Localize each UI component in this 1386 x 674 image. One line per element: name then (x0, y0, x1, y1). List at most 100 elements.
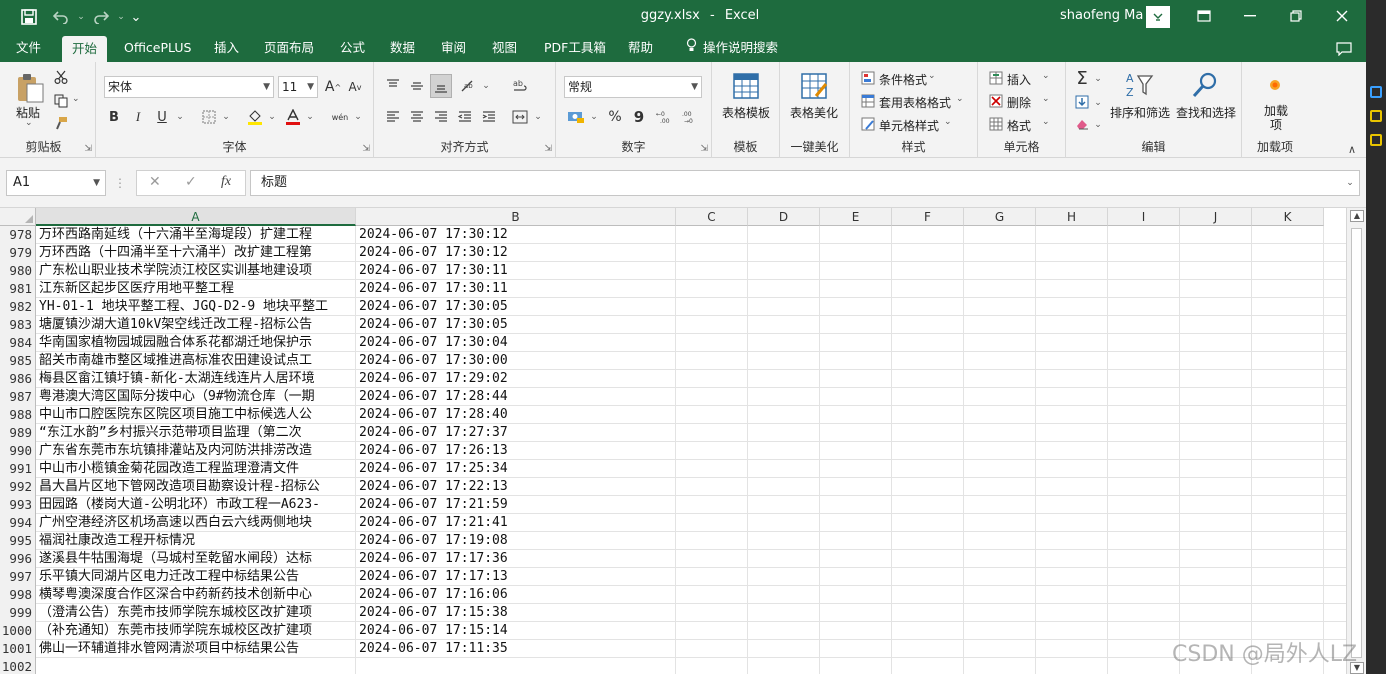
accounting-format-icon[interactable] (564, 106, 588, 128)
find-select-button[interactable]: 查找和选择 (1176, 104, 1236, 121)
column-header-d[interactable]: D (748, 208, 820, 226)
cell-datetime[interactable] (356, 658, 676, 674)
underline-dropdown-icon[interactable]: ⌄ (174, 106, 186, 128)
pane-icon[interactable] (1370, 134, 1382, 146)
tab-review[interactable]: 审阅 (431, 34, 476, 62)
cell-datetime[interactable]: 2024-06-07 17:30:12 (356, 244, 676, 262)
cell-datetime[interactable]: 2024-06-07 17:17:36 (356, 550, 676, 568)
increase-font-icon[interactable]: A ^ (324, 76, 342, 98)
clear-dropdown-icon[interactable]: ⌄ (1092, 116, 1104, 134)
autosum-icon[interactable]: Σ (1072, 68, 1092, 89)
pane-icon[interactable] (1370, 110, 1382, 122)
conditional-format-dropdown-icon[interactable]: ⌄ (928, 71, 936, 81)
cell-datetime[interactable]: 2024-06-07 17:16:06 (356, 586, 676, 604)
column-header-i[interactable]: I (1108, 208, 1180, 226)
cell-title[interactable]: 中山市小榄镇金菊花园改造工程监理澄清文件 (36, 460, 356, 478)
row-header[interactable]: 998 (0, 586, 36, 604)
cell-datetime[interactable]: 2024-06-07 17:15:38 (356, 604, 676, 622)
addins-button[interactable]: 加载项 (1264, 104, 1288, 132)
cell-title[interactable]: 粤港澳大湾区国际分拨中心（9#物流仓库（一期 (36, 388, 356, 406)
table-beautify-button[interactable]: 表格美化 (790, 104, 838, 121)
cell-datetime[interactable]: 2024-06-07 17:17:13 (356, 568, 676, 586)
number-launcher-icon[interactable]: ⇲ (700, 144, 708, 154)
row-header[interactable]: 989 (0, 424, 36, 442)
enter-icon[interactable]: ✓ (185, 174, 197, 190)
cell-title[interactable]: 江东新区起步区医疗用地平整工程 (36, 280, 356, 298)
expand-formula-bar-icon[interactable]: ⌄ (1344, 176, 1356, 190)
tab-officeplus[interactable]: OfficePLUS (114, 34, 201, 62)
cell-title[interactable]: 广东松山职业技术学院浈江校区实训基地建设项 (36, 262, 356, 280)
italic-button[interactable]: I (128, 106, 148, 128)
phonetic-icon[interactable]: wén (328, 106, 352, 128)
row-header[interactable]: 996 (0, 550, 36, 568)
decrease-indent-icon[interactable] (454, 106, 476, 128)
tab-page-layout[interactable]: 页面布局 (254, 34, 324, 62)
cell-title[interactable]: 梅县区畲江镇圩镇-新化-太湖连线连片人居环境 (36, 370, 356, 388)
select-all-corner[interactable] (0, 208, 36, 226)
undo-icon[interactable] (48, 6, 74, 28)
cell-styles-button[interactable]: 单元格样式 (879, 117, 939, 134)
cell-title[interactable]: （补充通知）东莞市技师学院东城校区改扩建项 (36, 622, 356, 640)
cell-datetime[interactable]: 2024-06-07 17:25:34 (356, 460, 676, 478)
formula-bar-handle-icon[interactable]: ⋮ (114, 174, 126, 192)
sort-filter-button[interactable]: 排序和筛选 (1110, 104, 1170, 121)
percent-style-button[interactable]: % (604, 106, 626, 128)
cell-datetime[interactable]: 2024-06-07 17:30:00 (356, 352, 676, 370)
table-beautify-icon[interactable] (798, 70, 830, 102)
worksheet-grid[interactable]: ABCDEFGHIJK 978 万环西路南延线（十六涌半至海堤段）扩建工程 2024… (0, 208, 1346, 674)
font-size-combo[interactable]: 11 ▼ (278, 76, 318, 98)
orientation-icon[interactable]: ab (456, 74, 480, 98)
cell-title[interactable] (36, 658, 356, 674)
cell-datetime[interactable]: 2024-06-07 17:29:02 (356, 370, 676, 388)
scroll-up-icon[interactable]: ▲ (1350, 210, 1364, 222)
scroll-thumb[interactable] (1351, 228, 1362, 658)
cell-datetime[interactable]: 2024-06-07 17:26:13 (356, 442, 676, 460)
row-header[interactable]: 1000 (0, 622, 36, 640)
tab-home[interactable]: 开始 (62, 36, 108, 62)
insert-function-icon[interactable]: fx (221, 174, 231, 190)
pane-icon[interactable] (1370, 86, 1382, 98)
cut-icon[interactable] (52, 68, 70, 86)
column-header-g[interactable]: G (964, 208, 1036, 226)
tab-file[interactable]: 文件 (6, 34, 51, 62)
increase-decimal-icon[interactable]: ←0.00 (654, 106, 678, 128)
restore-icon[interactable] (1276, 4, 1316, 28)
format-painter-icon[interactable] (52, 114, 70, 132)
align-middle-icon[interactable] (406, 74, 428, 98)
tab-pdf-toolbox[interactable]: PDF工具箱 (534, 34, 616, 62)
fill-color-icon[interactable] (244, 106, 266, 128)
comma-style-button[interactable]: 9 (628, 106, 650, 128)
collapse-ribbon-icon[interactable]: ∧ (1344, 142, 1360, 156)
row-header[interactable]: 995 (0, 532, 36, 550)
sort-filter-icon[interactable]: AZ (1122, 68, 1156, 102)
cell-datetime[interactable]: 2024-06-07 17:30:05 (356, 298, 676, 316)
underline-button[interactable]: U (152, 106, 172, 128)
wrap-text-icon[interactable]: ab (508, 74, 532, 98)
row-header[interactable]: 978 (0, 226, 36, 244)
row-header[interactable]: 983 (0, 316, 36, 334)
cell-title[interactable]: YH-01-1 地块平整工程、JGQ-D2-9 地块平整工 (36, 298, 356, 316)
tab-help[interactable]: 帮助 (618, 34, 663, 62)
row-header[interactable]: 985 (0, 352, 36, 370)
cell-datetime[interactable]: 2024-06-07 17:30:11 (356, 280, 676, 298)
cell-title[interactable]: 田园路（楼岗大道-公明北环）市政工程一A623- (36, 496, 356, 514)
table-template-button[interactable]: 表格模板 (722, 104, 770, 121)
row-header[interactable]: 992 (0, 478, 36, 496)
cell-datetime[interactable]: 2024-06-07 17:11:35 (356, 640, 676, 658)
accounting-dropdown-icon[interactable]: ⌄ (588, 106, 600, 128)
cell-styles-dropdown-icon[interactable]: ⌄ (944, 117, 952, 127)
table-template-icon[interactable] (730, 70, 762, 102)
cell-title[interactable]: 万环西路南延线（十六涌半至海堤段）扩建工程 (36, 226, 356, 244)
tab-data[interactable]: 数据 (380, 34, 425, 62)
cell-title[interactable]: 华南国家植物园城园融合体系花都湖迁地保护示 (36, 334, 356, 352)
format-as-table-dropdown-icon[interactable]: ⌄ (956, 94, 964, 104)
font-name-combo[interactable]: 宋体 ▼ (104, 76, 274, 98)
name-box[interactable]: A1 ▼ (6, 170, 106, 196)
row-header[interactable]: 986 (0, 370, 36, 388)
column-header-k[interactable]: K (1252, 208, 1324, 226)
format-cells-button[interactable]: 格式 (1007, 117, 1031, 134)
align-top-icon[interactable] (382, 74, 404, 98)
row-header[interactable]: 987 (0, 388, 36, 406)
fill-icon[interactable] (1072, 92, 1092, 112)
find-select-icon[interactable] (1188, 68, 1222, 102)
